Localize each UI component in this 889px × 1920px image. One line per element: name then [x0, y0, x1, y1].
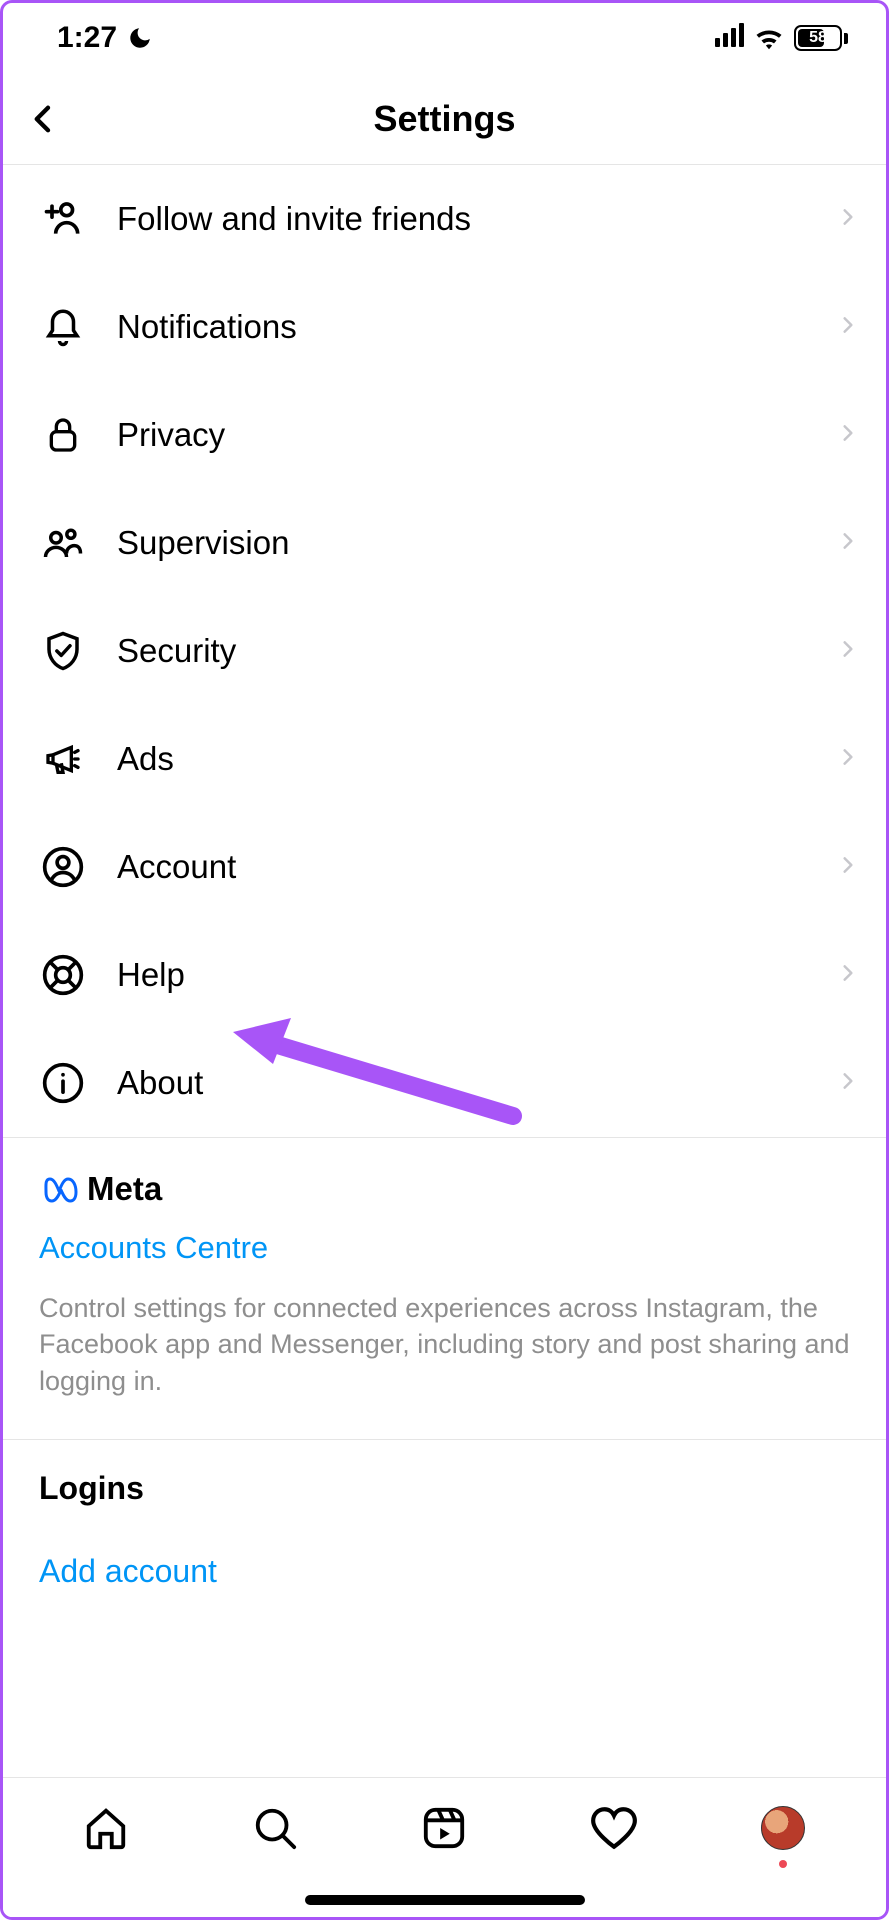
meta-brand: Meta: [39, 1170, 850, 1208]
settings-item-follow-invite[interactable]: Follow and invite friends: [3, 165, 886, 273]
settings-item-label: Help: [89, 956, 838, 994]
status-bar: 1:27 58: [3, 3, 886, 73]
chevron-right-icon: [838, 419, 858, 452]
settings-item-account[interactable]: Account: [3, 813, 886, 921]
chevron-right-icon: [838, 635, 858, 668]
meta-logo-icon: [39, 1175, 79, 1203]
page-header: Settings: [3, 73, 886, 165]
chevron-right-icon: [838, 959, 858, 992]
settings-list: Follow and invite friends Notifications …: [3, 165, 886, 1137]
search-icon: [252, 1805, 298, 1851]
do-not-disturb-icon: [127, 25, 153, 51]
megaphone-icon: [37, 739, 89, 779]
shield-check-icon: [37, 629, 89, 673]
nav-activity[interactable]: [586, 1800, 642, 1856]
cellular-signal-icon: [712, 21, 744, 55]
nav-profile[interactable]: [755, 1800, 811, 1856]
logins-title: Logins: [39, 1470, 850, 1507]
nav-search[interactable]: [247, 1800, 303, 1856]
meta-section: Meta Accounts Centre Control settings fo…: [3, 1138, 886, 1439]
info-icon: [37, 1061, 89, 1105]
home-indicator: [305, 1895, 585, 1905]
avatar-icon: [761, 1806, 805, 1850]
settings-item-label: Notifications: [89, 308, 838, 346]
people-icon: [37, 522, 89, 564]
chevron-right-icon: [838, 203, 858, 236]
add-user-icon: [37, 197, 89, 241]
settings-item-label: Ads: [89, 740, 838, 778]
settings-item-security[interactable]: Security: [3, 597, 886, 705]
chevron-right-icon: [838, 743, 858, 776]
settings-item-label: Account: [89, 848, 838, 886]
nav-reels[interactable]: [416, 1800, 472, 1856]
add-account-link[interactable]: Add account: [39, 1553, 850, 1590]
settings-item-notifications[interactable]: Notifications: [3, 273, 886, 381]
chevron-right-icon: [838, 1067, 858, 1100]
home-icon: [83, 1805, 129, 1851]
chevron-left-icon: [28, 99, 58, 139]
reels-icon: [421, 1805, 467, 1851]
page-title: Settings: [373, 98, 515, 140]
settings-item-supervision[interactable]: Supervision: [3, 489, 886, 597]
battery-level: 58: [809, 29, 827, 47]
user-circle-icon: [37, 845, 89, 889]
bottom-nav: [3, 1777, 886, 1917]
status-time: 1:27: [57, 21, 117, 55]
nav-home[interactable]: [78, 1800, 134, 1856]
bell-icon: [37, 306, 89, 348]
accounts-centre-link[interactable]: Accounts Centre: [39, 1230, 850, 1266]
settings-item-privacy[interactable]: Privacy: [3, 381, 886, 489]
settings-item-label: About: [89, 1064, 838, 1102]
settings-item-help[interactable]: Help: [3, 921, 886, 1029]
lock-icon: [37, 413, 89, 457]
settings-item-ads[interactable]: Ads: [3, 705, 886, 813]
chevron-right-icon: [838, 851, 858, 884]
settings-item-label: Supervision: [89, 524, 838, 562]
lifebuoy-icon: [37, 953, 89, 997]
chevron-right-icon: [838, 527, 858, 560]
settings-item-label: Security: [89, 632, 838, 670]
heart-icon: [589, 1805, 639, 1851]
back-button[interactable]: [21, 97, 65, 141]
settings-item-label: Privacy: [89, 416, 838, 454]
notification-dot-icon: [779, 1860, 787, 1868]
settings-item-label: Follow and invite friends: [89, 200, 838, 238]
chevron-right-icon: [838, 311, 858, 344]
settings-item-about[interactable]: About: [3, 1029, 886, 1137]
battery-indicator: 58: [794, 25, 848, 51]
meta-brand-text: Meta: [87, 1170, 162, 1208]
logins-section: Logins Add account: [3, 1440, 886, 1630]
wifi-icon: [754, 26, 784, 50]
meta-description: Control settings for connected experienc…: [39, 1290, 850, 1399]
